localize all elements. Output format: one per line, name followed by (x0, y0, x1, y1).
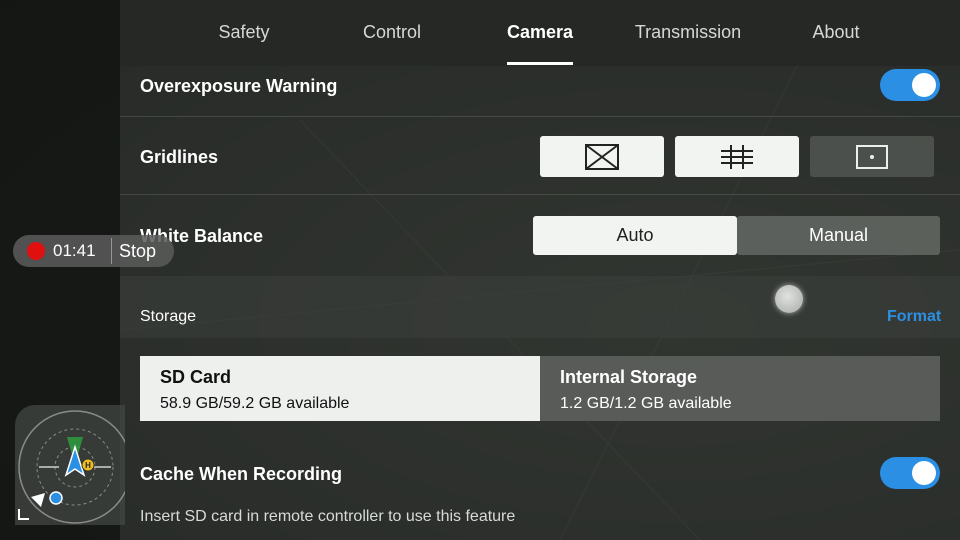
toggle-knob (912, 461, 936, 485)
gridline-3x3-button[interactable] (675, 136, 799, 177)
tab-safety[interactable]: Safety (218, 22, 269, 46)
radar-minimap[interactable]: H (15, 405, 125, 525)
divider (111, 238, 112, 264)
gridline-center-point-button[interactable] (810, 136, 934, 177)
internal-storage-title: Internal Storage (560, 367, 698, 387)
radar-icon: H (18, 410, 125, 524)
sd-card-title: SD Card (160, 367, 232, 387)
internal-storage-option[interactable]: Internal Storage 1.2 GB/1.2 GB available (540, 356, 940, 421)
internal-storage-capacity: 1.2 GB/1.2 GB available (560, 395, 732, 412)
tab-about[interactable]: About (812, 22, 859, 46)
tab-camera[interactable]: Camera (507, 22, 573, 46)
gridline-diagonal-button[interactable] (540, 136, 664, 177)
grid-center-point-icon (856, 144, 888, 169)
cache-when-recording-label: Cache When Recording (140, 464, 343, 484)
tab-transmission[interactable]: Transmission (635, 22, 741, 46)
active-tab-indicator (507, 62, 573, 65)
grid-3x3-icon (721, 144, 753, 169)
tab-control[interactable]: Control (363, 22, 421, 46)
cache-hint-text: Insert SD card in remote controller to u… (140, 508, 516, 525)
overexposure-warning-label: Overexposure Warning (140, 76, 338, 96)
cache-when-recording-toggle[interactable] (880, 457, 940, 489)
grid-diagonal-icon (585, 143, 619, 170)
recording-indicator: 01:41 Stop (13, 235, 174, 267)
svg-text:H: H (85, 461, 91, 470)
recording-time: 01:41 (53, 241, 96, 260)
sd-card-option[interactable]: SD Card 58.9 GB/59.2 GB available (140, 356, 540, 421)
divider (120, 194, 960, 195)
sd-card-capacity: 58.9 GB/59.2 GB available (160, 395, 350, 412)
format-button[interactable]: Format (887, 308, 941, 326)
overexposure-warning-toggle[interactable] (880, 69, 940, 101)
white-balance-manual-button[interactable]: Manual (737, 216, 940, 255)
storage-header (120, 276, 960, 338)
gridlines-label: Gridlines (140, 147, 219, 167)
divider (120, 116, 960, 117)
stop-recording-button[interactable]: Stop (119, 241, 156, 262)
storage-label: Storage (140, 308, 197, 325)
toggle-knob (912, 73, 936, 97)
record-dot-icon (27, 242, 45, 260)
touch-indicator (775, 285, 803, 313)
white-balance-auto-button[interactable]: Auto (533, 216, 737, 255)
